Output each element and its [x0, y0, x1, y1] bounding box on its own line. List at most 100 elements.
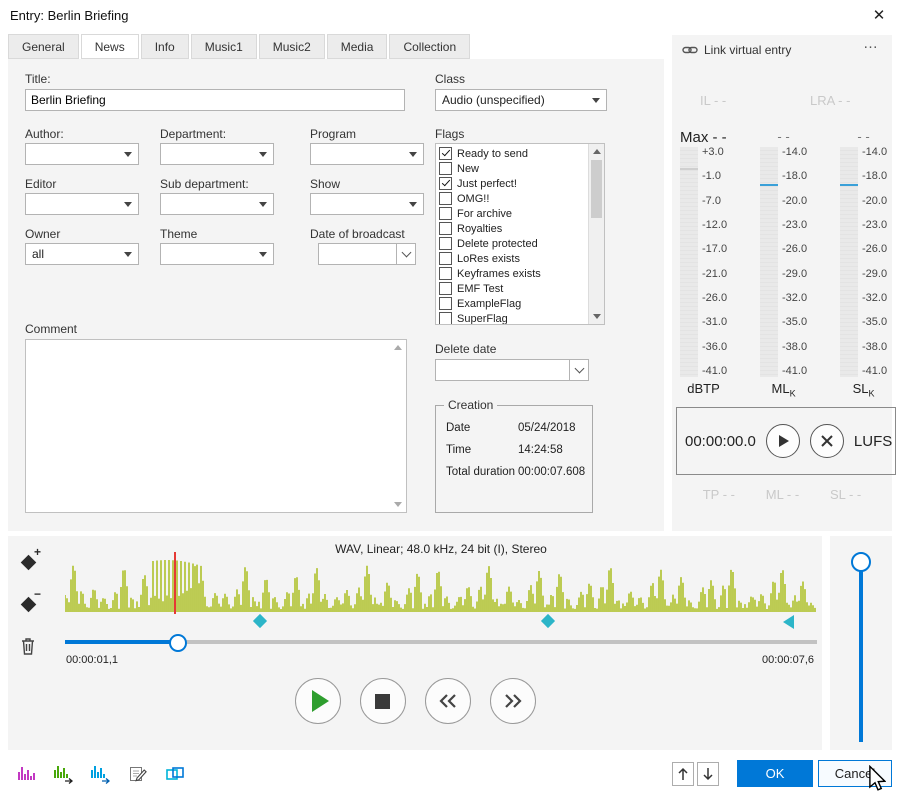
measure-cancel-button[interactable] [810, 424, 844, 458]
skip-forward-button[interactable] [490, 678, 536, 724]
ok-button[interactable]: OK [737, 760, 813, 787]
author-select[interactable] [25, 143, 139, 165]
tab[interactable]: Media [327, 34, 388, 59]
theme-select[interactable] [160, 243, 274, 265]
tab[interactable]: Info [141, 34, 189, 59]
volume-thumb[interactable] [851, 552, 871, 572]
flag-item[interactable]: ExampleFlag [439, 296, 588, 311]
owner-label: Owner [25, 227, 60, 241]
delete-date-picker[interactable] [435, 359, 589, 381]
flag-checkbox[interactable] [439, 177, 452, 190]
meter-max-value: Max - - [680, 129, 727, 147]
tab[interactable]: Collection [389, 34, 470, 59]
loudness-stats-row: TP - -ML - -SL - - [672, 487, 892, 502]
scroll-down-icon[interactable] [394, 502, 402, 507]
calendar-dropdown-button[interactable] [396, 244, 415, 264]
more-options-button[interactable]: … [863, 35, 878, 52]
flag-item[interactable]: For archive [439, 206, 588, 221]
flag-item[interactable]: Ready to send [439, 146, 588, 161]
move-down-button[interactable] [697, 762, 719, 786]
measure-play-button[interactable] [766, 424, 800, 458]
flag-checkbox[interactable] [439, 192, 452, 205]
flag-checkbox[interactable] [439, 312, 452, 325]
flag-item[interactable]: LoRes exists [439, 251, 588, 266]
meter-track [680, 147, 698, 377]
broadcast-date-picker[interactable] [318, 243, 416, 265]
meter-tick: -35.0 [782, 317, 807, 328]
tab[interactable]: Music2 [259, 34, 325, 59]
flag-item-label: SuperFlag [457, 313, 508, 325]
scroll-up-icon[interactable] [394, 345, 402, 350]
flag-checkbox[interactable] [439, 252, 452, 265]
show-select[interactable] [310, 193, 424, 215]
overlapping-frames-icon[interactable] [164, 763, 186, 785]
flags-listbox[interactable]: Ready to send New Just perfect! OMG!! [435, 143, 605, 325]
skip-back-button[interactable] [425, 678, 471, 724]
remove-marker-button[interactable] [18, 594, 38, 614]
playback-cursor[interactable] [174, 552, 176, 614]
class-select[interactable]: Audio (unspecified) [435, 89, 607, 111]
seek-progress [65, 640, 177, 644]
flag-checkbox[interactable] [439, 222, 452, 235]
cancel-button[interactable]: Cancel [818, 760, 892, 787]
loudness-stat: TP - - [703, 487, 735, 502]
editor-select[interactable] [25, 193, 139, 215]
flag-item[interactable]: Royalties [439, 221, 588, 236]
flag-item[interactable]: EMF Test [439, 281, 588, 296]
seek-slider[interactable] [65, 634, 817, 650]
tab[interactable]: News [81, 34, 139, 59]
flag-checkbox[interactable] [439, 162, 452, 175]
flag-item[interactable]: Delete protected [439, 236, 588, 251]
waveform-display[interactable]: WAV, Linear; 48.0 kHz, 24 bit (I), Stere… [65, 538, 817, 630]
flag-item[interactable]: OMG!! [439, 191, 588, 206]
link-virtual-entry[interactable]: Link virtual entry [682, 43, 791, 57]
volume-track[interactable] [859, 568, 863, 742]
meter-tick: -36.0 [702, 342, 727, 353]
subdepartment-select[interactable] [160, 193, 274, 215]
meter-max-value: - - [760, 129, 807, 147]
program-select[interactable] [310, 143, 424, 165]
owner-select[interactable]: all [25, 243, 139, 265]
meter-tick: -41.0 [702, 366, 727, 377]
title-input[interactable] [25, 89, 405, 111]
department-select[interactable] [160, 143, 274, 165]
comment-label: Comment [25, 322, 77, 336]
flag-checkbox[interactable] [439, 282, 452, 295]
move-up-button[interactable] [672, 762, 694, 786]
flags-scrollbar[interactable] [588, 144, 604, 324]
scroll-down-button[interactable] [589, 309, 604, 324]
close-button[interactable]: ✕ [868, 5, 890, 27]
flag-item[interactable]: Just perfect! [439, 176, 588, 191]
seek-thumb[interactable] [169, 634, 187, 652]
flag-item[interactable]: New [439, 161, 588, 176]
play-button[interactable] [295, 678, 341, 724]
tab[interactable]: General [8, 34, 79, 59]
tab[interactable]: Music1 [191, 34, 257, 59]
flag-checkbox[interactable] [439, 267, 452, 280]
flag-checkbox[interactable] [439, 237, 452, 250]
flag-item-label: Royalties [457, 223, 502, 235]
flag-checkbox[interactable] [439, 207, 452, 220]
edit-pencil-icon[interactable] [127, 763, 149, 785]
play-icon [312, 690, 329, 712]
meter-tick: -41.0 [862, 366, 887, 377]
tab-label: Music2 [273, 40, 311, 54]
wave-end-marker[interactable] [783, 615, 794, 629]
scrollbar-thumb[interactable] [591, 160, 602, 218]
add-marker-button[interactable] [18, 552, 38, 572]
stop-button[interactable] [360, 678, 406, 724]
subdepartment-label: Sub department: [160, 177, 249, 191]
waveform-green-icon[interactable] [53, 763, 75, 785]
flag-item[interactable]: Keyframes exists [439, 266, 588, 281]
flag-checkbox[interactable] [439, 297, 452, 310]
calendar-dropdown-button[interactable] [569, 360, 588, 380]
creation-row: Date 05/24/2018 [446, 422, 584, 434]
waveform-magenta-icon[interactable] [16, 763, 38, 785]
scroll-up-button[interactable] [589, 144, 604, 159]
delete-markers-button[interactable] [18, 636, 38, 656]
link-icon [682, 45, 698, 55]
flag-checkbox[interactable] [439, 147, 452, 160]
waveform-blue-icon[interactable] [90, 763, 112, 785]
comment-textarea[interactable] [25, 339, 407, 513]
flag-item[interactable]: SuperFlag [439, 311, 588, 325]
